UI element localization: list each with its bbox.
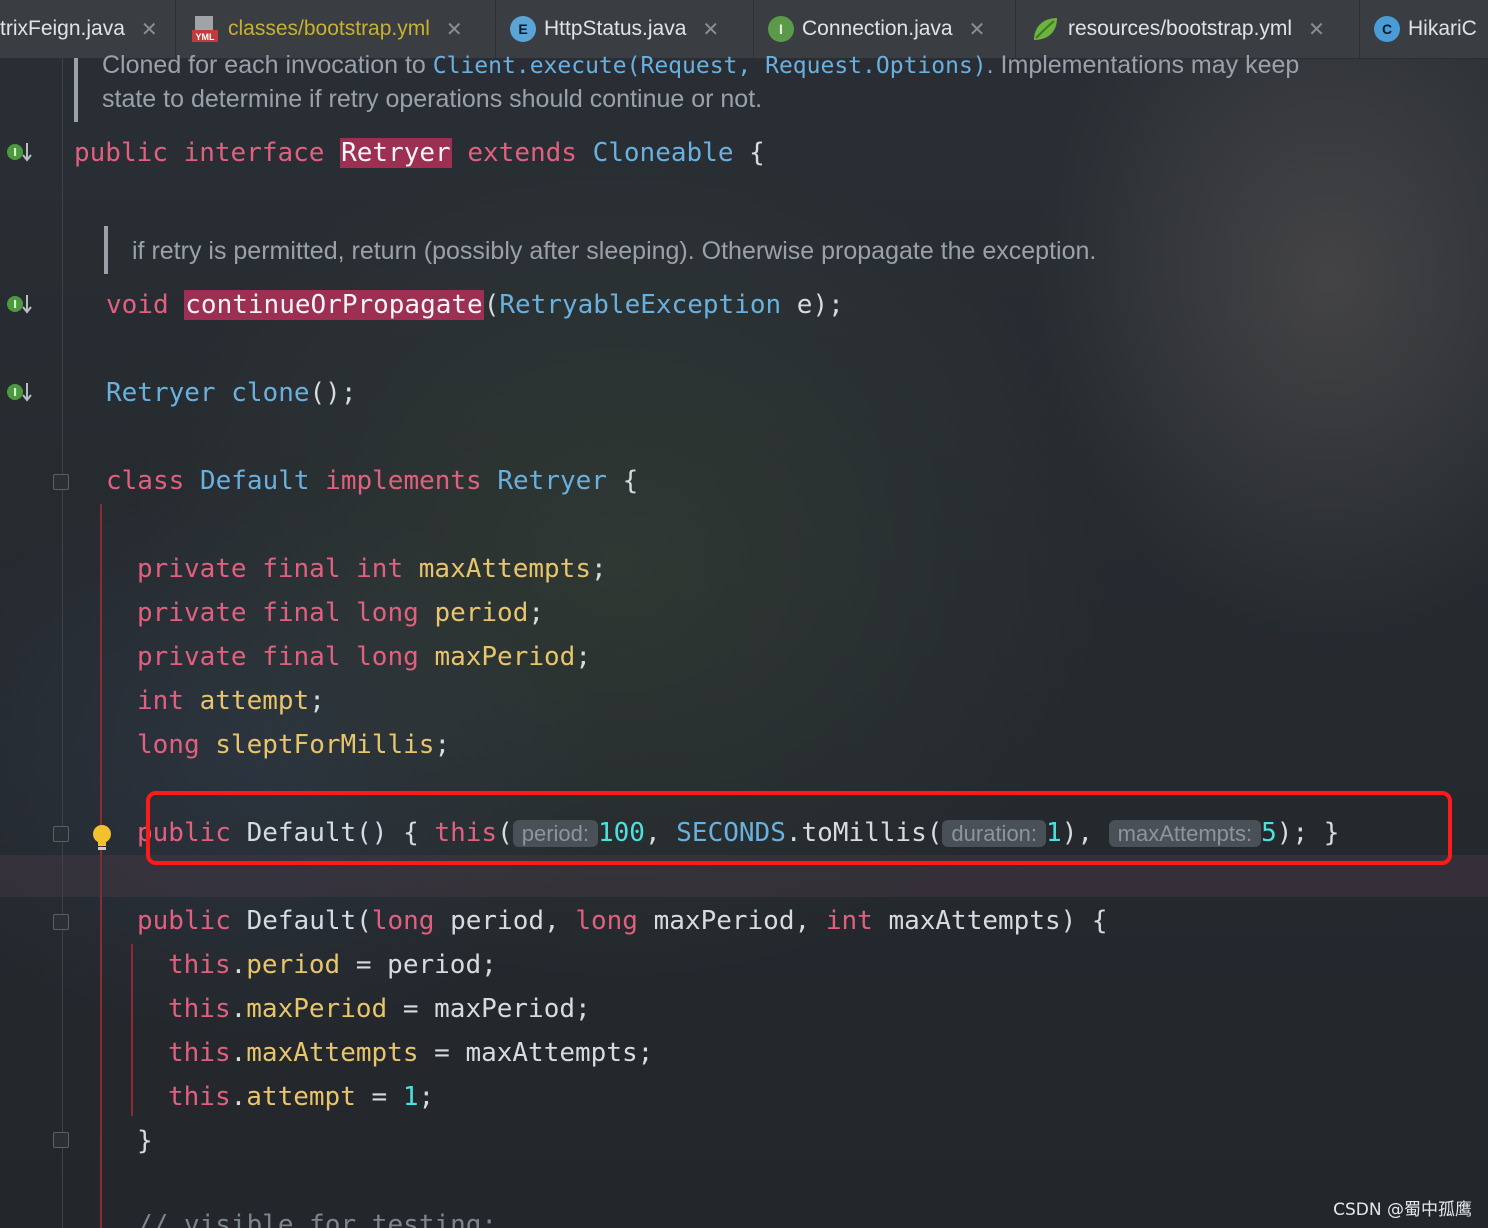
indent-guide bbox=[131, 944, 133, 1116]
tab-label: resources/bootstrap.yml bbox=[1068, 17, 1293, 40]
implemented-method-icon[interactable]: I bbox=[6, 379, 32, 405]
gutter-divider bbox=[62, 58, 63, 1228]
svg-text:YML: YML bbox=[196, 32, 216, 42]
field-declaration: private final long maxPeriod; bbox=[137, 642, 591, 672]
highlighted-identifier: continueOrPropagate bbox=[184, 290, 484, 320]
class-icon: C bbox=[1374, 16, 1400, 42]
interface-icon: I bbox=[768, 16, 794, 42]
highlighted-identifier: Retryer bbox=[340, 138, 452, 168]
field-declaration: private final long period; bbox=[137, 598, 545, 628]
close-icon[interactable]: ✕ bbox=[446, 17, 463, 42]
doc-comment-bar bbox=[74, 58, 78, 122]
fold-toggle[interactable] bbox=[53, 826, 69, 842]
assignment: this.maxPeriod = maxPeriod; bbox=[168, 994, 591, 1024]
doc-comment-line: Cloned for each invocation to Client.exe… bbox=[102, 51, 1300, 79]
tab-label: Connection.java bbox=[802, 17, 953, 40]
method-declaration: Retryer clone(); bbox=[106, 378, 357, 408]
closing-brace: } bbox=[137, 1126, 153, 1156]
tab-label: HttpStatus.java bbox=[544, 17, 687, 40]
implemented-interface-icon[interactable]: I bbox=[6, 139, 32, 165]
doc-comment-line: state to determine if retry operations s… bbox=[102, 85, 763, 113]
enum-icon: E bbox=[510, 16, 536, 42]
fold-toggle[interactable] bbox=[53, 474, 69, 490]
assignment: this.period = period; bbox=[168, 950, 497, 980]
svg-text:I: I bbox=[13, 386, 17, 399]
code-comment: // visible for testing; bbox=[137, 1210, 498, 1228]
watermark: CSDN @蜀中孤鹰 bbox=[1333, 1200, 1472, 1220]
close-icon[interactable]: ✕ bbox=[969, 17, 986, 42]
yml-file-icon: YML bbox=[190, 14, 220, 44]
close-icon[interactable]: ✕ bbox=[1308, 17, 1325, 42]
close-icon[interactable]: ✕ bbox=[702, 17, 719, 42]
assignment: this.attempt = 1; bbox=[168, 1082, 435, 1112]
spring-leaf-icon bbox=[1030, 14, 1060, 44]
tab-hikari[interactable]: C HikariC bbox=[1360, 0, 1488, 58]
class-declaration: class Default implements Retryer { bbox=[106, 466, 639, 496]
interface-declaration: public interface Retryer extends Cloneab… bbox=[74, 138, 765, 168]
close-icon[interactable]: ✕ bbox=[141, 17, 158, 42]
doc-comment-line: if retry is permitted, return (possibly … bbox=[132, 237, 1097, 265]
field-declaration: int attempt; bbox=[137, 686, 325, 716]
lightbulb-icon[interactable] bbox=[90, 823, 114, 853]
assignment: this.maxAttempts = maxAttempts; bbox=[168, 1038, 654, 1068]
svg-text:I: I bbox=[13, 298, 17, 311]
implemented-method-icon[interactable]: I bbox=[6, 291, 32, 317]
tab-label: trixFeign.java bbox=[0, 17, 125, 40]
method-declaration: void continueOrPropagate(RetryableExcept… bbox=[106, 290, 844, 320]
field-declaration: long sleptForMillis; bbox=[137, 730, 451, 760]
fold-toggle[interactable] bbox=[53, 1132, 69, 1148]
fold-toggle[interactable] bbox=[53, 914, 69, 930]
tab-label: classes/bootstrap.yml bbox=[228, 17, 430, 40]
tab-label: HikariC bbox=[1408, 17, 1477, 40]
constructor-with-params: public Default(long period, long maxPeri… bbox=[137, 906, 1108, 936]
doc-comment-bar bbox=[104, 226, 108, 274]
svg-text:I: I bbox=[13, 146, 17, 159]
field-declaration: private final int maxAttempts; bbox=[137, 554, 607, 584]
annotation-highlight-box bbox=[146, 791, 1452, 865]
